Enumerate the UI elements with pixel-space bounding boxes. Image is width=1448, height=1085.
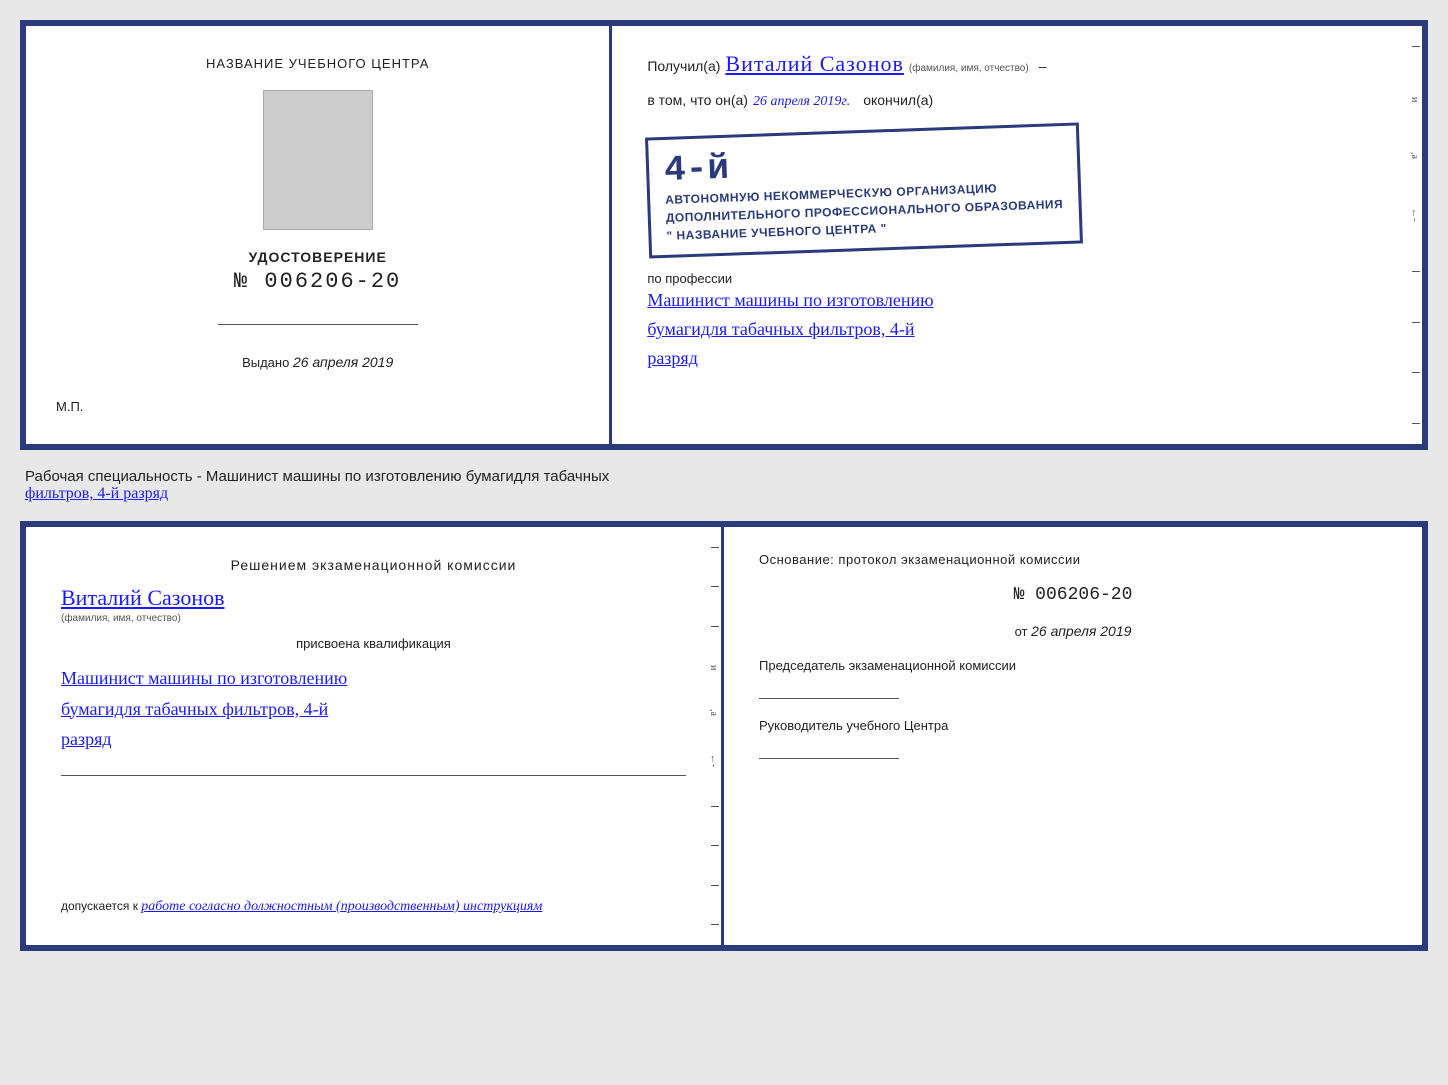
- bl-mark-1: [711, 547, 719, 548]
- bl-mark-3: [711, 626, 719, 627]
- middle-text-block: Рабочая специальность - Машинист машины …: [20, 460, 1428, 511]
- udost-title: УДОСТОВЕРЕНИЕ: [234, 249, 401, 265]
- fio-sublabel-top: (фамилия, имя, отчество): [909, 63, 1029, 74]
- osnov-label: Основание: протокол экзаменационной коми…: [759, 552, 1387, 567]
- okonchil-label: окончил(а): [863, 92, 933, 108]
- rukovoditel-label: Руководитель учебного Центра: [759, 717, 1387, 735]
- mp-label: М.П.: [56, 399, 83, 414]
- resheniem-label: Решением экзаменационной комиссии: [61, 557, 686, 573]
- dopusk-prefix: допускается к: [61, 899, 138, 913]
- profession-text: Машинист машины по изготовлению бумагидл…: [647, 286, 1387, 372]
- school-name-label: НАЗВАНИЕ УЧЕБНОГО ЦЕНТРА: [206, 56, 429, 71]
- bottom-name-block: Виталий Сазонов (фамилия, имя, отчество): [61, 585, 686, 624]
- profession-line3: разряд: [647, 344, 1387, 373]
- bottom-fio-sublabel: (фамилия, имя, отчество): [61, 613, 181, 624]
- vtom-label: в том, что он(а): [647, 92, 748, 108]
- prisvoena-label: присвоена квалификация: [61, 636, 686, 651]
- cert-right-panel: Получил(а) Виталий Сазонов (фамилия, имя…: [612, 26, 1422, 444]
- mark-text-a: ,а: [1409, 152, 1420, 159]
- profession-line2: бумагидля табачных фильтров, 4-й: [647, 315, 1387, 344]
- udost-number: № 006206-20: [234, 269, 401, 294]
- vtom-line: в том, что он(а) 26 апреля 2019г. окончи…: [647, 92, 1387, 110]
- bottom-left-side-marks: и ,а ←-: [708, 547, 719, 925]
- poluchil-line: Получил(а) Виталий Сазонов (фамилия, имя…: [647, 51, 1387, 77]
- vydano-label: Выдано: [242, 355, 289, 370]
- mark-dash-4: [1412, 372, 1420, 373]
- bl-mark-a: ,а: [708, 709, 719, 716]
- mark-dash-5: [1412, 423, 1420, 424]
- vtom-date: 26 апреля 2019г.: [753, 94, 850, 110]
- dopusk-text: работе согласно должностным (производств…: [141, 899, 542, 914]
- bottom-person-name: Виталий Сазонов: [61, 585, 224, 611]
- predsedatel-signature-line: [759, 679, 899, 699]
- right-side-marks: и ,а ←-: [1409, 46, 1420, 424]
- qual-line1: Машинист машины по изготовлению: [61, 663, 686, 694]
- qual-line3: разряд: [61, 724, 686, 755]
- bl-mark-2: [711, 586, 719, 587]
- poluchil-label: Получил(а): [647, 58, 720, 74]
- top-certificate: НАЗВАНИЕ УЧЕБНОГО ЦЕНТРА УДОСТОВЕРЕНИЕ №…: [20, 20, 1428, 450]
- cert-left-panel: НАЗВАНИЕ УЧЕБНОГО ЦЕНТРА УДОСТОВЕРЕНИЕ №…: [26, 26, 612, 444]
- predsedatel-block: Председатель экзаменационной комиссии: [759, 657, 1387, 699]
- mark-text-left: ←-: [1409, 208, 1420, 221]
- predsedatel-label: Председатель экзаменационной комиссии: [759, 657, 1387, 675]
- po-professii-label: по профессии: [647, 271, 1387, 286]
- bottom-certificate: Решением экзаменационной комиссии Витали…: [20, 521, 1428, 951]
- profession-line1: Машинист машины по изготовлению: [647, 286, 1387, 315]
- page-container: НАЗВАНИЕ УЧЕБНОГО ЦЕНТРА УДОСТОВЕРЕНИЕ №…: [20, 20, 1428, 951]
- protocol-number: № 006206-20: [759, 585, 1387, 605]
- middle-text-line1: Рабочая специальность - Машинист машины …: [25, 468, 609, 485]
- stamp-block: 4-й АВТОНОМНУЮ НЕКОММЕРЧЕСКУЮ ОРГАНИЗАЦИ…: [645, 122, 1083, 258]
- signature-line: [218, 324, 418, 325]
- vydano-date: 26 апреля 2019: [293, 354, 393, 370]
- ot-date-value: 26 апреля 2019: [1031, 623, 1131, 639]
- mark-dash-3: [1412, 322, 1420, 323]
- bottom-signature-line: [61, 775, 686, 776]
- bl-mark-6: [711, 885, 719, 886]
- bl-mark-4: [711, 806, 719, 807]
- rukovoditel-block: Руководитель учебного Центра: [759, 717, 1387, 759]
- qual-line2: бумагидля табачных фильтров, 4-й: [61, 694, 686, 725]
- recipient-name: Виталий Сазонов: [725, 51, 903, 77]
- ot-date-line: от 26 апреля 2019: [759, 623, 1387, 639]
- profession-block: по профессии Машинист машины по изготовл…: [647, 271, 1387, 372]
- cert-bottom-right: Основание: протокол экзаменационной коми…: [724, 527, 1422, 945]
- dopuskaetsya-block: допускается к работе согласно должностны…: [61, 899, 686, 915]
- photo-placeholder: [263, 90, 373, 230]
- bl-mark-i: и: [708, 665, 719, 670]
- middle-text-line2: фильтров, 4-й разряд: [25, 485, 168, 502]
- udost-block: УДОСТОВЕРЕНИЕ № 006206-20: [234, 249, 401, 294]
- bottom-qualification: Машинист машины по изготовлению бумагидл…: [61, 663, 686, 755]
- bl-mark-left: ←-: [708, 754, 719, 767]
- dash-after-name: –: [1039, 58, 1047, 74]
- mark-dash-1: [1412, 46, 1420, 47]
- mark-text-i: и: [1409, 97, 1420, 102]
- ot-label: от: [1015, 624, 1028, 639]
- rukovoditel-signature-line: [759, 739, 899, 759]
- mark-dash-2: [1412, 271, 1420, 272]
- stamp-area: 4-й АВТОНОМНУЮ НЕКОММЕРЧЕСКУЮ ОРГАНИЗАЦИ…: [647, 125, 1387, 256]
- vydano-line: Выдано 26 апреля 2019: [242, 354, 393, 370]
- cert-bottom-left: Решением экзаменационной комиссии Витали…: [26, 527, 724, 945]
- bl-mark-7: [711, 924, 719, 925]
- bl-mark-5: [711, 845, 719, 846]
